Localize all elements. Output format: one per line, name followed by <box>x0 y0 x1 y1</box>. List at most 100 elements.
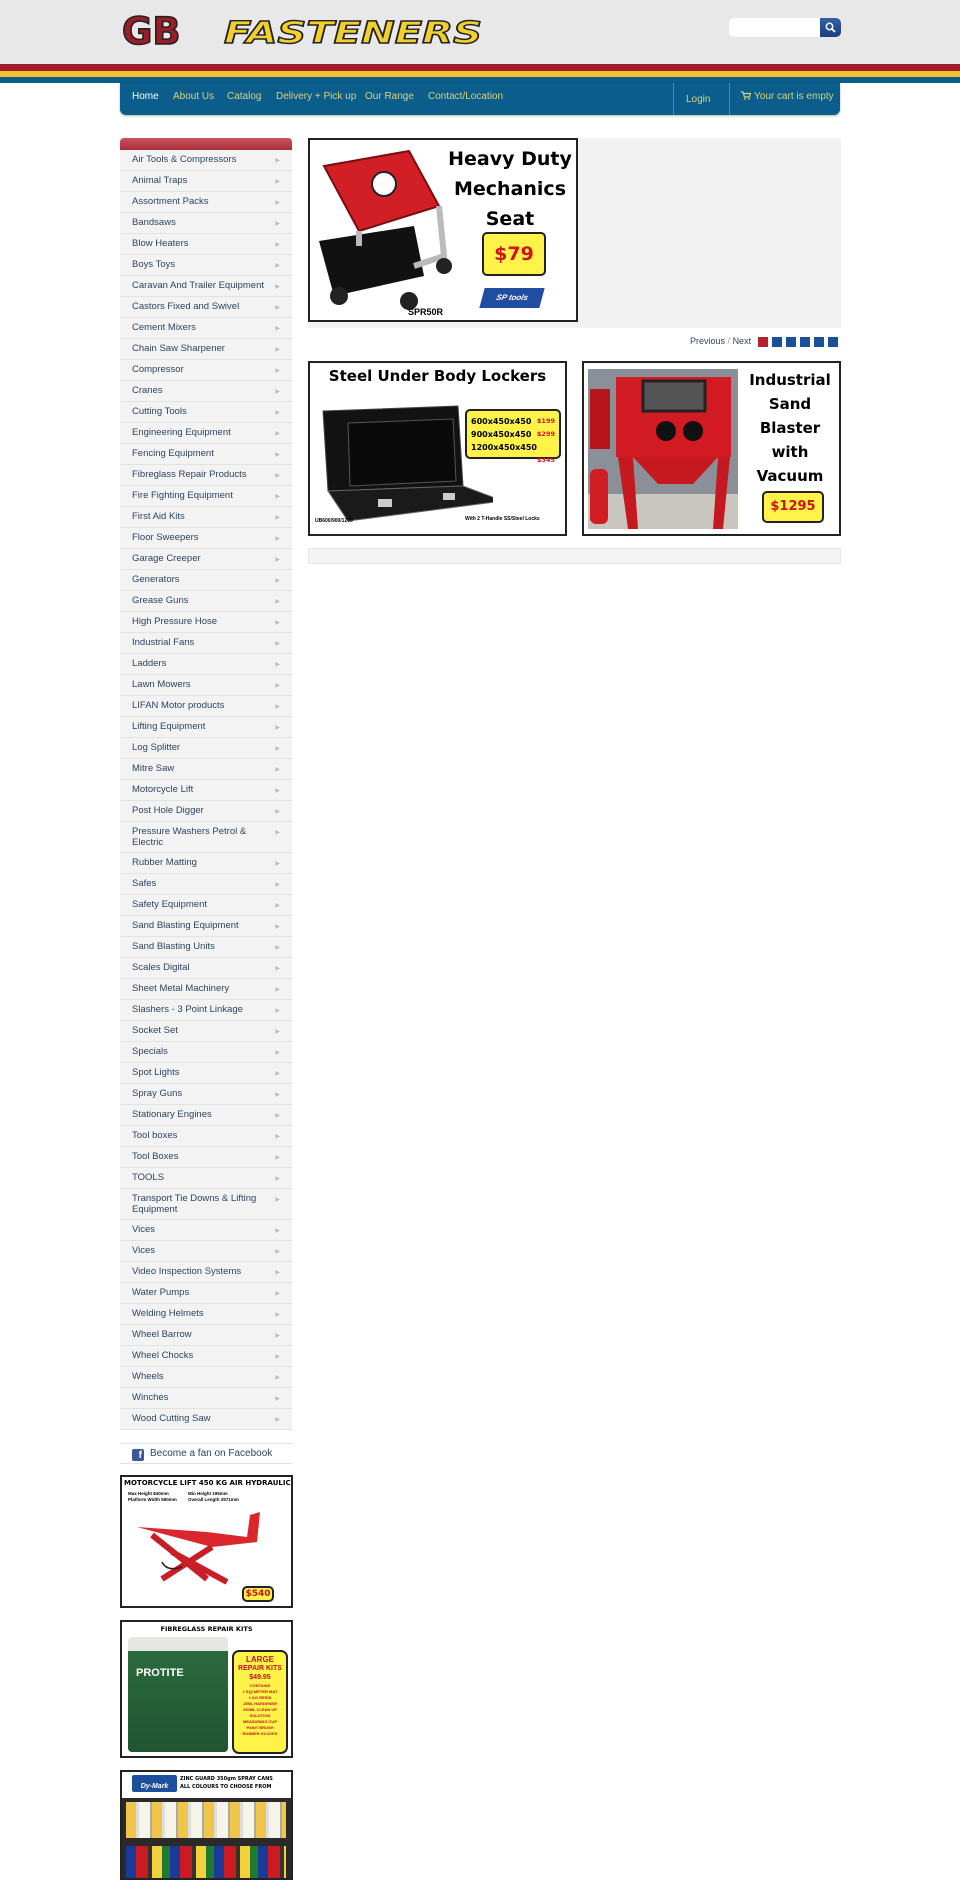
chevron-right-icon: ▶ <box>275 200 280 206</box>
nav-our-range[interactable]: Our Range <box>365 91 414 102</box>
search-input[interactable] <box>729 18 821 37</box>
category-item[interactable]: Assortment Packs ▶ <box>120 192 292 213</box>
nav-contact-location[interactable]: Contact/Location <box>428 91 503 102</box>
category-item[interactable]: Stationary Engines ▶ <box>120 1105 292 1126</box>
chevron-right-icon: ▶ <box>275 536 280 542</box>
search-button[interactable] <box>820 18 841 37</box>
facebook-icon: f <box>132 1449 144 1461</box>
locker-note: With 2 T-Handle SS/Steel Locks <box>465 516 540 522</box>
category-item[interactable]: Cutting Tools ▶ <box>120 402 292 423</box>
slider-dot[interactable] <box>800 337 810 347</box>
category-item[interactable]: Log Splitter ▶ <box>120 738 292 759</box>
site-logo[interactable]: GB FASTENERS <box>120 9 488 54</box>
category-item[interactable]: Wood Cutting Saw ▶ <box>120 1409 292 1430</box>
category-item[interactable]: Transport Tie Downs & Lifting Equipment ▶ <box>120 1189 292 1220</box>
promo-spray-cans[interactable]: Dy-Mark ZINC GUARD 350gm SPRAY CANS ALL … <box>120 1770 293 1880</box>
chevron-right-icon: ▶ <box>275 966 280 972</box>
slider-next[interactable]: Next <box>733 336 752 346</box>
category-label: Air Tools & Compressors <box>132 154 237 165</box>
slider-previous[interactable]: Previous <box>690 336 725 346</box>
category-label: Welding Helmets <box>132 1308 204 1319</box>
category-label: Boys Toys <box>132 259 176 270</box>
category-item[interactable]: Castors Fixed and Swivel ▶ <box>120 297 292 318</box>
category-item[interactable]: Lawn Mowers ▶ <box>120 675 292 696</box>
category-item[interactable]: Fire Fighting Equipment ▶ <box>120 486 292 507</box>
category-item[interactable]: Sheet Metal Machinery ▶ <box>120 979 292 1000</box>
category-item[interactable]: Fencing Equipment ▶ <box>120 444 292 465</box>
category-item[interactable]: Engineering Equipment ▶ <box>120 423 292 444</box>
category-item[interactable]: Sand Blasting Units ▶ <box>120 937 292 958</box>
category-item[interactable]: Scales Digital ▶ <box>120 958 292 979</box>
cart-link[interactable]: Your cart is empty <box>741 91 834 102</box>
category-item[interactable]: Compressor ▶ <box>120 360 292 381</box>
nav-about-us[interactable]: About Us <box>173 91 214 102</box>
promo-motorcycle-lift[interactable]: MOTORCYCLE LIFT 450 KG AIR HYDRAULIC Max… <box>120 1475 293 1608</box>
category-item[interactable]: Welding Helmets ▶ <box>120 1304 292 1325</box>
category-item[interactable]: LIFAN Motor products ▶ <box>120 696 292 717</box>
category-item[interactable]: Cement Mixers ▶ <box>120 318 292 339</box>
category-item[interactable]: Wheel Chocks ▶ <box>120 1346 292 1367</box>
category-item[interactable]: Socket Set ▶ <box>120 1021 292 1042</box>
category-item[interactable]: Industrial Fans ▶ <box>120 633 292 654</box>
category-item[interactable]: Fibreglass Repair Products ▶ <box>120 465 292 486</box>
slide-mechanics-seat[interactable]: Heavy Duty Mechanics Seat $79 SP tools S… <box>308 138 578 322</box>
category-item[interactable]: Caravan And Trailer Equipment ▶ <box>120 276 292 297</box>
category-item[interactable]: Generators ▶ <box>120 570 292 591</box>
category-item[interactable]: Safes ▶ <box>120 874 292 895</box>
nav-home[interactable]: Home <box>132 91 159 102</box>
category-item[interactable]: Winches ▶ <box>120 1388 292 1409</box>
category-item[interactable]: Grease Guns ▶ <box>120 591 292 612</box>
category-item[interactable]: Specials ▶ <box>120 1042 292 1063</box>
category-item[interactable]: Boys Toys ▶ <box>120 255 292 276</box>
category-item[interactable]: Chain Saw Sharpener ▶ <box>120 339 292 360</box>
category-item[interactable]: Spot Lights ▶ <box>120 1063 292 1084</box>
chevron-right-icon: ▶ <box>275 452 280 458</box>
category-item[interactable]: Vices ▶ <box>120 1241 292 1262</box>
category-item[interactable]: Floor Sweepers ▶ <box>120 528 292 549</box>
category-item[interactable]: Animal Traps ▶ <box>120 171 292 192</box>
category-item[interactable]: First Aid Kits ▶ <box>120 507 292 528</box>
category-item[interactable]: Post Hole Digger ▶ <box>120 801 292 822</box>
nav-delivery-pickup[interactable]: Delivery + Pick up <box>276 91 356 102</box>
nav-catalog[interactable]: Catalog <box>227 91 261 102</box>
category-item[interactable]: Safety Equipment ▶ <box>120 895 292 916</box>
chevron-right-icon: ▶ <box>275 557 280 563</box>
category-item[interactable]: Slashers - 3 Point Linkage ▶ <box>120 1000 292 1021</box>
category-label: Rubber Matting <box>132 857 197 868</box>
category-item[interactable]: Ladders ▶ <box>120 654 292 675</box>
category-item[interactable]: Spray Guns ▶ <box>120 1084 292 1105</box>
category-item[interactable]: Lifting Equipment ▶ <box>120 717 292 738</box>
promo-fibreglass-kits[interactable]: FIBREGLASS REPAIR KITS PROTITE LARGE REP… <box>120 1620 293 1758</box>
facebook-fan-link[interactable]: f Become a fan on Facebook <box>120 1443 292 1464</box>
category-item[interactable]: Air Tools & Compressors ▶ <box>120 150 292 171</box>
category-item[interactable]: Motorcycle Lift ▶ <box>120 780 292 801</box>
category-item[interactable]: Video Inspection Systems ▶ <box>120 1262 292 1283</box>
category-item[interactable]: Cranes ▶ <box>120 381 292 402</box>
category-item[interactable]: Wheel Barrow ▶ <box>120 1325 292 1346</box>
category-item[interactable]: Mitre Saw ▶ <box>120 759 292 780</box>
category-item[interactable]: Tool boxes ▶ <box>120 1126 292 1147</box>
category-item[interactable]: TOOLS ▶ <box>120 1168 292 1189</box>
login-link[interactable]: Login <box>686 94 710 105</box>
slider-dot[interactable] <box>814 337 824 347</box>
category-item[interactable]: Rubber Matting ▶ <box>120 853 292 874</box>
category-item[interactable]: Water Pumps ▶ <box>120 1283 292 1304</box>
slider-dot[interactable] <box>786 337 796 347</box>
category-item[interactable]: Pressure Washers Petrol & Electric ▶ <box>120 822 292 853</box>
category-item[interactable]: Bandsaws ▶ <box>120 213 292 234</box>
slider-dot[interactable] <box>772 337 782 347</box>
feature-headline: Industrial Sand Blaster with Vacuum <box>740 368 839 488</box>
category-item[interactable]: Garage Creeper ▶ <box>120 549 292 570</box>
cart-status: Your cart is empty <box>754 91 834 102</box>
offer-line: REPAIR KITS <box>238 1665 282 1672</box>
slider-dot[interactable] <box>758 337 768 347</box>
category-item[interactable]: Tool Boxes ▶ <box>120 1147 292 1168</box>
feature-under-body-lockers[interactable]: Steel Under Body Lockers 600x450x450 $19… <box>308 361 567 536</box>
slider-dot[interactable] <box>828 337 838 347</box>
category-item[interactable]: Blow Heaters ▶ <box>120 234 292 255</box>
feature-sand-blaster[interactable]: Industrial Sand Blaster with Vacuum $129… <box>582 361 841 536</box>
category-item[interactable]: Sand Blasting Equipment ▶ <box>120 916 292 937</box>
category-item[interactable]: Wheels ▶ <box>120 1367 292 1388</box>
category-item[interactable]: High Pressure Hose ▶ <box>120 612 292 633</box>
category-item[interactable]: Vices ▶ <box>120 1220 292 1241</box>
